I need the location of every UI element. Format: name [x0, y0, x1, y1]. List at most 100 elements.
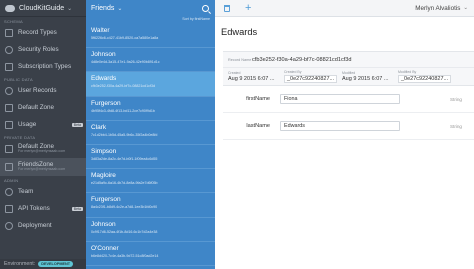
team-icon	[5, 187, 13, 196]
modified-value: Aug 9 2015 6:07 ...	[342, 76, 389, 82]
record-type-selector[interactable]: Friends ⌄	[86, 0, 215, 17]
field-input-lastname[interactable]: Edwards	[280, 121, 400, 131]
list-item[interactable]: Furgerson 4b95f4c3-4fd8-4f13-bd11-2ce7c9…	[86, 97, 215, 121]
detail-toolbar: + Merlyn Alvaliotis ⌄	[215, 0, 474, 17]
deployment-icon	[5, 221, 13, 230]
modified-label: Modified	[342, 71, 356, 75]
record-title: Edwards	[221, 27, 258, 37]
sidebar-item-private-default-zone[interactable]: Default Zone For merlyn@merlynsaab.com	[0, 140, 86, 158]
record-types-icon	[5, 28, 13, 37]
record-name-row: Record Name cfb3e252-f30a-4a29-bf7c-0882…	[223, 52, 474, 68]
record-list-panel: Friends ⌄ Sort by firstName Walter 5f622…	[86, 0, 215, 269]
record-name: Clark	[91, 123, 107, 131]
created-label: Created	[228, 71, 241, 75]
field-type: String	[449, 123, 462, 129]
list-item[interactable]: O'Conner b6e8d420-7c4e-4a3b-9d72-51c8f0a…	[86, 242, 215, 266]
section-public-data: PUBLIC DATA	[4, 77, 33, 82]
beta-badge: Beta	[71, 122, 83, 127]
record-id: 8a4c23f1-b8d9-4c2e-a7d8-1ee3b1fd0c90	[91, 205, 158, 210]
created-value: Aug 9 2015 6:07 ...	[228, 76, 275, 82]
user-menu[interactable]: Merlyn Alvaliotis ⌄	[415, 5, 468, 12]
sidebar-item-friendszone[interactable]: FriendsZone For merlyn@merlynsaab.com	[0, 158, 86, 176]
chevron-down-icon: ⌄	[117, 6, 123, 12]
sidebar-item-label: Record Types	[18, 29, 57, 36]
zone-icon	[5, 163, 13, 171]
plus-icon[interactable]: +	[245, 2, 251, 14]
subscription-icon	[5, 62, 13, 71]
record-name: Edwards	[91, 75, 117, 83]
created-by-label: Created By	[284, 70, 302, 74]
sidebar-item-usage[interactable]: Usage Beta	[0, 116, 86, 133]
field-row-firstname: firstName Fiona String	[223, 86, 474, 113]
section-schema: SCHEMA	[4, 19, 23, 24]
record-name: Furgerson	[91, 99, 121, 107]
modified-field: Modified Aug 9 2015 6:07 ...	[342, 68, 398, 85]
zone-icon	[5, 145, 13, 153]
sidebar-item-security-roles[interactable]: Security Roles	[0, 41, 86, 58]
sidebar-item-team[interactable]: Team	[0, 183, 86, 200]
modified-by-value[interactable]: _0e27c92240827...	[398, 75, 451, 83]
sidebar-item-api-tokens[interactable]: API Tokens Beta	[0, 200, 86, 217]
record-id: cfb3e252-f30a-4a29-bf7c-08821cd1cf3d	[91, 84, 155, 89]
sidebar-item-label: Subscription Types	[18, 63, 72, 70]
search-icon[interactable]	[202, 5, 209, 12]
list-item-selected[interactable]: Edwards cfb3e252-f30a-4a29-bf7c-08821cd1…	[86, 72, 215, 97]
list-item[interactable]: Furgerson 8a4c23f1-b8d9-4c2e-a7d8-1ee3b1…	[86, 193, 215, 218]
sidebar-item-label: Deployment	[18, 222, 52, 229]
chart-icon	[5, 120, 13, 129]
record-id: 4b95f4c3-4fd8-4f13-bd11-2ce7c90f9d1b	[91, 108, 155, 113]
list-item[interactable]: Johnson 4d8e0e4d-3a15-47e1-9a26-42e90b89…	[86, 48, 215, 73]
field-input-firstname[interactable]: Fiona	[280, 94, 400, 104]
record-metadata: Record Name cfb3e252-f30a-4a29-bf7c-0882…	[223, 51, 474, 86]
record-name: O'Conner	[91, 244, 119, 252]
sort-selector[interactable]: Sort by firstName	[86, 17, 215, 24]
created-by-value[interactable]: _0e27c92240827...	[284, 75, 337, 83]
sidebar-item-label: Team	[18, 188, 34, 195]
sidebar-item-sublabel: For merlyn@merlynsaab.com	[18, 167, 66, 172]
sidebar-item-label: API Tokens	[18, 205, 50, 212]
sidebar-item-label: User Records	[18, 87, 57, 94]
sidebar-item-public-default-zone[interactable]: Default Zone	[0, 99, 86, 116]
created-by-field: Created By _0e27c92240827...	[284, 68, 337, 85]
user-name: Merlyn Alvaliotis	[415, 4, 461, 12]
list-item[interactable]: Magloire e21d5a9c-6a16-4b7d-8e8a-9fa2e7d…	[86, 169, 215, 194]
record-id: 7c1d2bb4-1b5d-45a5-9b6c-35f2a4b0e8fd	[91, 132, 158, 137]
chevron-down-icon: ⌄	[463, 5, 468, 11]
lock-icon	[5, 45, 13, 54]
environment-bar: Environment: DEVELOPMENT	[0, 259, 86, 269]
record-id: 4d8e0e4d-3a15-47e1-9a26-42e90b891d1c	[91, 60, 160, 65]
record-name: Simpson	[91, 147, 117, 155]
metadata-columns: Created Aug 9 2015 6:07 ... Created By _…	[223, 68, 474, 85]
sidebar-item-user-records[interactable]: User Records	[0, 82, 86, 99]
record-name: Magloire	[91, 172, 116, 180]
sidebar-item-label: Default Zone	[18, 104, 55, 111]
record-type-title: Friends	[91, 5, 115, 12]
record-id: b6e8d420-7c4e-4a3b-9d72-51c8f0ad2e14	[91, 253, 159, 258]
list-item[interactable]: Johnson 0c9f17d6-52aa-4f1b-8d16-6c1b7d2a…	[86, 218, 215, 242]
modified-by-label: Modified By	[398, 70, 417, 74]
environment-selector[interactable]: DEVELOPMENT	[38, 261, 74, 267]
modified-by-field: Modified By _0e27c92240827...	[398, 68, 451, 85]
field-label: lastName	[246, 123, 270, 129]
app-switcher[interactable]: CloudKitGuide ⌄	[0, 0, 86, 17]
section-private-data: PRIVATE DATA	[4, 135, 36, 140]
section-admin: ADMIN	[4, 178, 19, 183]
list-item[interactable]: Clark 7c1d2bb4-1b5d-45a5-9b6c-35f2a4b0e8…	[86, 121, 215, 145]
sidebar: CloudKitGuide ⌄ SCHEMA Record Types Secu…	[0, 0, 86, 269]
field-label: firstName	[246, 96, 270, 102]
sidebar-item-record-types[interactable]: Record Types	[0, 24, 86, 41]
trash-icon[interactable]	[224, 4, 230, 12]
record-name: Furgerson	[91, 196, 121, 204]
sidebar-item-deployment[interactable]: Deployment	[0, 217, 86, 234]
list-item[interactable]: Simpson 3d83a2de-8a2c-4e7d-b0f1-1f09ea4c…	[86, 145, 215, 170]
cloud-icon	[5, 4, 15, 12]
created-field: Created Aug 9 2015 6:07 ...	[228, 68, 284, 85]
record-name-value: cfb3e252-f30a-4a29-bf7c-08821cd1cf3d	[252, 56, 352, 63]
record-id: 3d83a2de-8a2c-4e7d-b0f1-1f09ea4c6d55	[91, 156, 158, 161]
sidebar-item-label: Usage	[18, 121, 37, 128]
record-name: Johnson	[91, 220, 116, 228]
sidebar-item-subscription-types[interactable]: Subscription Types	[0, 58, 86, 75]
record-id: 5f6226c6-c427-41b9-8520-ca7a580e1a8a	[91, 36, 159, 40]
list-item[interactable]: Walter 5f6226c6-c427-41b9-8520-ca7a580e1…	[86, 24, 215, 49]
app-title: CloudKitGuide	[19, 4, 65, 12]
